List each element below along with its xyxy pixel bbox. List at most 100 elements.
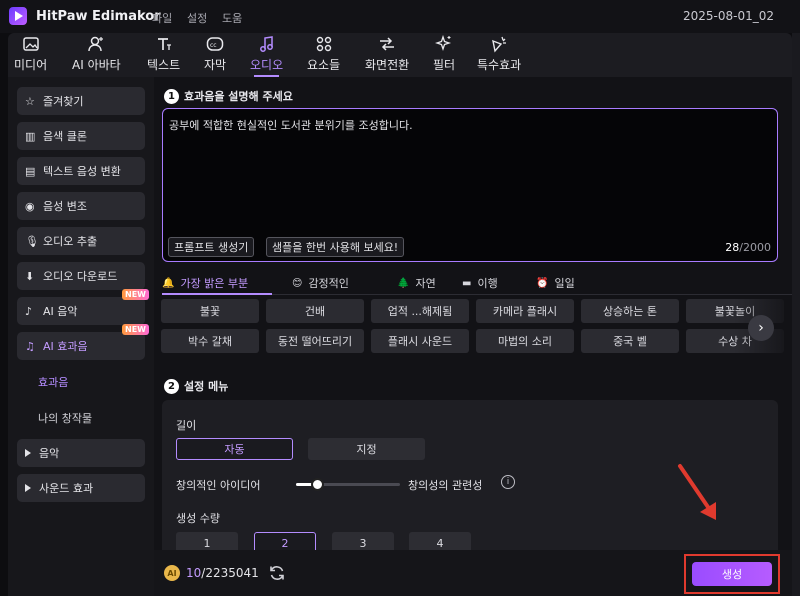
sidebar-item-label: 음성 변조 bbox=[43, 200, 87, 213]
prompt-generator-button[interactable]: 프롬프트 생성기 bbox=[168, 237, 255, 257]
sidebar-item-label: 사운드 효과 bbox=[39, 482, 94, 495]
sidebar-item-audio-download[interactable]: ⬇ 오디오 다운로드 bbox=[17, 262, 145, 290]
ai-sfx-icon: ♫ bbox=[25, 340, 35, 353]
sidebar-item-label: 오디오 추출 bbox=[43, 235, 98, 248]
menu-file[interactable]: 파일 bbox=[152, 10, 172, 26]
right-panel-edge bbox=[792, 33, 800, 596]
tab-text[interactable]: 텍스트 bbox=[147, 33, 180, 77]
tab-filter[interactable]: 필터 bbox=[433, 33, 455, 77]
chevron-right-icon[interactable]: › bbox=[748, 315, 774, 341]
sidebar-item-voice-clone[interactable]: ▥ 음색 클론 bbox=[17, 122, 145, 150]
sidebar-item-label: 텍스트 음성 변환 bbox=[43, 165, 121, 178]
category-nature[interactable]: 🌲 자연 bbox=[397, 275, 436, 291]
creativity-label: 창의적인 아이디어 bbox=[176, 479, 261, 492]
category-label: 이행 bbox=[477, 277, 498, 290]
tree-icon: 🌲 bbox=[397, 277, 410, 289]
project-date: 2025-08-01_02 bbox=[682, 9, 774, 23]
sidebar-item-audio-extract[interactable]: 🎙 오디오 추출 bbox=[17, 227, 145, 255]
relevance-label: 창의성의 관련성 bbox=[408, 479, 483, 492]
smile-icon: 😊 bbox=[292, 277, 303, 289]
tab-elements[interactable]: 요소들 bbox=[307, 33, 340, 77]
tab-transition[interactable]: 화면전환 bbox=[365, 33, 409, 77]
new-badge: NEW bbox=[122, 324, 149, 335]
sidebar-item-voice-changer[interactable]: ◉ 음성 변조 bbox=[17, 192, 145, 220]
category-daily[interactable]: ⏰ 일일 bbox=[536, 275, 575, 291]
sound-chip[interactable]: 동전 떨어뜨리기 bbox=[266, 329, 364, 353]
char-max: /2000 bbox=[739, 241, 771, 254]
svg-text:cc: cc bbox=[210, 42, 217, 49]
sidebar-item-ai-music[interactable]: ♪ AI 음악 NEW bbox=[17, 289, 149, 325]
prompt-textarea[interactable]: 공부에 적합한 현실적인 도서관 분위기를 조성합니다. 프롬프트 생성기 샘플… bbox=[162, 108, 778, 262]
effects-icon bbox=[492, 36, 507, 53]
generate-button[interactable]: 생성 bbox=[692, 562, 772, 586]
sound-chip[interactable]: 카메라 플래시 bbox=[476, 299, 574, 323]
sound-chip[interactable]: 중국 벨 bbox=[581, 329, 679, 353]
menu-help[interactable]: 도움 bbox=[222, 10, 242, 26]
sidebar-item-favorites[interactable]: ☆ 즐겨찾기 bbox=[17, 87, 145, 115]
annotation-arrow-icon bbox=[678, 464, 716, 520]
tab-label: AI 아바타 bbox=[72, 58, 121, 72]
sidebar-item-label: AI 효과음 bbox=[43, 340, 88, 353]
sidebar-item-tts[interactable]: ▤ 텍스트 음성 변환 bbox=[17, 157, 145, 185]
voice-clone-icon: ▥ bbox=[25, 130, 36, 143]
transition-bar-icon: ▬ bbox=[462, 277, 472, 289]
count-label: 생성 수량 bbox=[176, 512, 220, 525]
length-auto-option[interactable]: 자동 bbox=[176, 438, 293, 460]
category-highlights[interactable]: 🔔 가장 밝은 부분 bbox=[162, 275, 248, 291]
tab-label: 특수효과 bbox=[477, 58, 522, 72]
step-number: 1 bbox=[164, 88, 179, 104]
credits-display: 10/2235041 bbox=[186, 566, 259, 580]
info-icon[interactable]: i bbox=[501, 475, 515, 489]
length-custom-option[interactable]: 지정 bbox=[308, 438, 425, 460]
subtitle-icon: cc bbox=[206, 37, 224, 51]
sidebar-item-label: 즐겨찾기 bbox=[43, 95, 84, 108]
sound-chip[interactable]: 업적 ...해제됨 bbox=[371, 299, 469, 323]
sidebar-sub-sound-effects[interactable]: 효과음 bbox=[38, 374, 68, 390]
refresh-icon[interactable] bbox=[268, 564, 286, 582]
sound-chip[interactable]: 마법의 소리 bbox=[476, 329, 574, 353]
filter-icon bbox=[435, 35, 452, 52]
tab-audio[interactable]: 오디오 bbox=[250, 33, 283, 77]
tab-label: 자막 bbox=[204, 58, 227, 72]
tab-label: 요소들 bbox=[307, 58, 341, 72]
tab-label: 화면전환 bbox=[365, 58, 410, 72]
credits-used: 10 bbox=[186, 566, 202, 580]
voice-change-icon: ◉ bbox=[25, 200, 35, 213]
sidebar-group-sound-effects[interactable]: 사운드 효과 bbox=[17, 474, 145, 502]
step-number: 2 bbox=[164, 378, 179, 394]
sidebar-sub-my-creations[interactable]: 나의 창작물 bbox=[38, 410, 92, 426]
app-title: HitPaw Edimakor bbox=[36, 9, 161, 24]
slider-thumb[interactable] bbox=[311, 478, 324, 491]
text-icon bbox=[157, 38, 171, 50]
sound-chip[interactable]: 건배 bbox=[266, 299, 364, 323]
tab-subtitle[interactable]: cc 자막 bbox=[204, 33, 226, 77]
sidebar-item-label: 오디오 다운로드 bbox=[43, 270, 118, 283]
tab-special-effects[interactable]: 특수효과 bbox=[477, 33, 521, 77]
generate-footer: AI 10/2235041 생성 bbox=[154, 550, 792, 596]
new-badge: NEW bbox=[122, 289, 149, 300]
menu-settings[interactable]: 설정 bbox=[187, 10, 207, 26]
category-label: 자연 bbox=[415, 277, 436, 290]
length-label: 길이 bbox=[176, 419, 197, 432]
step1-header: 1 효과음을 설명해 주세요 bbox=[164, 88, 293, 104]
sidebar-group-music[interactable]: 음악 bbox=[17, 439, 145, 467]
sidebar-item-ai-sfx[interactable]: ♫ AI 효과음 NEW bbox=[17, 324, 149, 360]
category-emotional[interactable]: 😊 감정적인 bbox=[292, 275, 349, 291]
try-sample-button[interactable]: 샘플을 한번 사용해 보세요! bbox=[266, 237, 405, 257]
elements-icon bbox=[316, 36, 331, 52]
prompt-text[interactable]: 공부에 적합한 현실적인 도서관 분위기를 조성합니다. bbox=[169, 117, 413, 133]
audio-sidebar: ☆ 즐겨찾기 ▥ 음색 클론 ▤ 텍스트 음성 변환 ◉ 음성 변조 🎙 오디오… bbox=[8, 77, 154, 596]
step2-header: 2 설정 메뉴 bbox=[164, 378, 228, 394]
mic-icon: 🎙 bbox=[25, 235, 39, 248]
sound-chip[interactable]: 불꽃 bbox=[161, 299, 259, 323]
sidebar-item-label: AI 음악 bbox=[43, 305, 78, 318]
tab-ai-avatar[interactable]: AI 아바타 bbox=[72, 33, 121, 77]
sound-chip[interactable]: 박수 갈채 bbox=[161, 329, 259, 353]
creativity-slider[interactable] bbox=[296, 478, 400, 491]
tab-media[interactable]: 미디어 bbox=[14, 33, 47, 77]
sound-chip[interactable]: 상승하는 톤 bbox=[581, 299, 679, 323]
app-logo-icon bbox=[9, 7, 27, 25]
sound-chip[interactable]: 플래시 사운드 bbox=[371, 329, 469, 353]
transition-icon bbox=[380, 37, 395, 51]
category-transition[interactable]: ▬ 이행 bbox=[462, 275, 498, 291]
